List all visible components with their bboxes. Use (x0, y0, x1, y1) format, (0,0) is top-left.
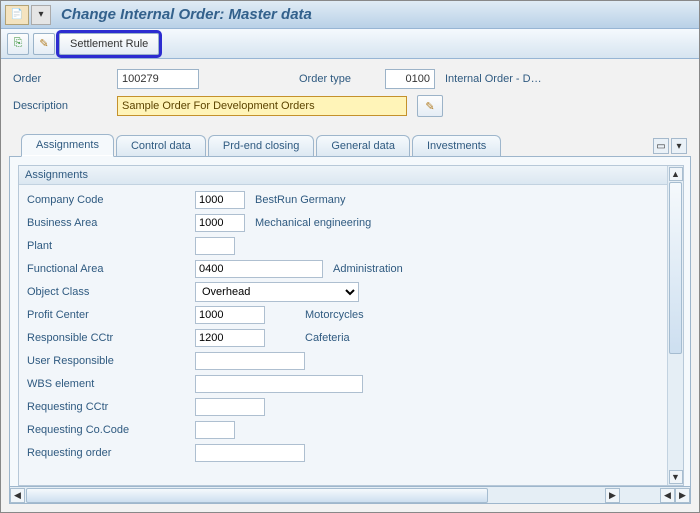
scroll-left-icon[interactable]: ◀ (10, 488, 25, 503)
tab-strip: Assignments Control data Prd-end closing… (1, 133, 699, 156)
plant-input[interactable] (195, 237, 235, 255)
hscroll-track[interactable] (26, 488, 604, 503)
profit-center-text: Motorcycles (305, 309, 364, 321)
toolbar-action-1[interactable]: ⎘ (7, 33, 29, 55)
form-scroll-area: Assignments Company Code BestRun Germany… (19, 166, 667, 485)
tab-panel: Assignments Company Code BestRun Germany… (9, 156, 691, 487)
page-title: Change Internal Order: Master data (61, 6, 312, 23)
business-area-label: Business Area (23, 217, 195, 229)
menu-dropdown-icon[interactable]: ▾ (31, 5, 51, 25)
hscroll-thumb[interactable] (26, 488, 488, 503)
requesting-cocode-input[interactable] (195, 421, 235, 439)
tab-investments[interactable]: Investments (412, 135, 501, 157)
scroll-right-icon-2[interactable]: ▶ (675, 488, 690, 503)
vscroll-track[interactable] (668, 182, 683, 469)
description-input[interactable] (117, 96, 407, 116)
requesting-order-input[interactable] (195, 444, 305, 462)
wbs-element-input[interactable] (195, 375, 363, 393)
business-area-input[interactable] (195, 214, 245, 232)
scroll-up-icon[interactable]: ▲ (669, 167, 683, 181)
scroll-down-icon[interactable]: ▼ (669, 470, 683, 484)
tab-more-button[interactable]: ▭ (653, 138, 669, 154)
app-icon[interactable]: 📄 (5, 5, 29, 25)
scroll-left-icon-2[interactable]: ◀ (660, 488, 675, 503)
requesting-cocode-label: Requesting Co.Code (23, 424, 195, 436)
order-label: Order (13, 73, 117, 85)
vertical-scrollbar[interactable]: ▲ ▼ (667, 166, 683, 485)
description-label: Description (13, 100, 117, 112)
edit-description-button[interactable]: ✎ (417, 95, 443, 117)
tab-prd-end-closing[interactable]: Prd-end closing (208, 135, 314, 157)
assignments-section: Assignments Company Code BestRun Germany… (18, 165, 684, 486)
title-bar: 📄 ▾ Change Internal Order: Master data (1, 1, 699, 29)
tab-assignments[interactable]: Assignments (21, 134, 114, 157)
company-code-text: BestRun Germany (255, 194, 345, 206)
profit-center-label: Profit Center (23, 309, 195, 321)
section-title: Assignments (19, 166, 667, 185)
app-window: 📄 ▾ Change Internal Order: Master data ⎘… (0, 0, 700, 513)
tab-general-data[interactable]: General data (316, 135, 410, 157)
functional-area-label: Functional Area (23, 263, 195, 275)
order-input[interactable] (117, 69, 199, 89)
document-new-icon: ⎘ (14, 37, 23, 50)
company-code-label: Company Code (23, 194, 195, 206)
business-area-text: Mechanical engineering (255, 217, 371, 229)
plant-label: Plant (23, 240, 195, 252)
settlement-rule-label: Settlement Rule (70, 38, 148, 50)
responsible-cctr-label: Responsible CCtr (23, 332, 195, 344)
order-type-label: Order type (299, 73, 385, 85)
horizontal-scrollbar[interactable]: ◀ ▶ ◀ ▶ (9, 487, 691, 504)
toolbar: ⎘ ✎ Settlement Rule (1, 29, 699, 59)
tab-dropdown-button[interactable]: ▾ (671, 138, 687, 154)
responsible-cctr-text: Cafeteria (305, 332, 350, 344)
requesting-cctr-label: Requesting CCtr (23, 401, 195, 413)
functional-area-input[interactable] (195, 260, 323, 278)
object-class-label: Object Class (23, 286, 195, 298)
user-responsible-input[interactable] (195, 352, 305, 370)
user-responsible-label: User Responsible (23, 355, 195, 367)
object-class-select[interactable]: Overhead (195, 282, 359, 302)
wbs-element-label: WBS element (23, 378, 195, 390)
responsible-cctr-input[interactable] (195, 329, 265, 347)
header-area: Order Order type Internal Order - D… Des… (1, 59, 699, 131)
pencil-icon: ✎ (425, 100, 434, 113)
requesting-order-label: Requesting order (23, 447, 195, 459)
order-type-input[interactable] (385, 69, 435, 89)
tab-control-data[interactable]: Control data (116, 135, 206, 157)
settlement-rule-button[interactable]: Settlement Rule (59, 33, 159, 55)
company-code-input[interactable] (195, 191, 245, 209)
order-type-text: Internal Order - D… (445, 73, 542, 85)
edit-icon: ✎ (39, 37, 48, 50)
requesting-cctr-input[interactable] (195, 398, 265, 416)
functional-area-text: Administration (333, 263, 403, 275)
vscroll-thumb[interactable] (669, 182, 682, 354)
profit-center-input[interactable] (195, 306, 265, 324)
toolbar-action-2[interactable]: ✎ (33, 33, 55, 55)
scroll-right-icon[interactable]: ▶ (605, 488, 620, 503)
